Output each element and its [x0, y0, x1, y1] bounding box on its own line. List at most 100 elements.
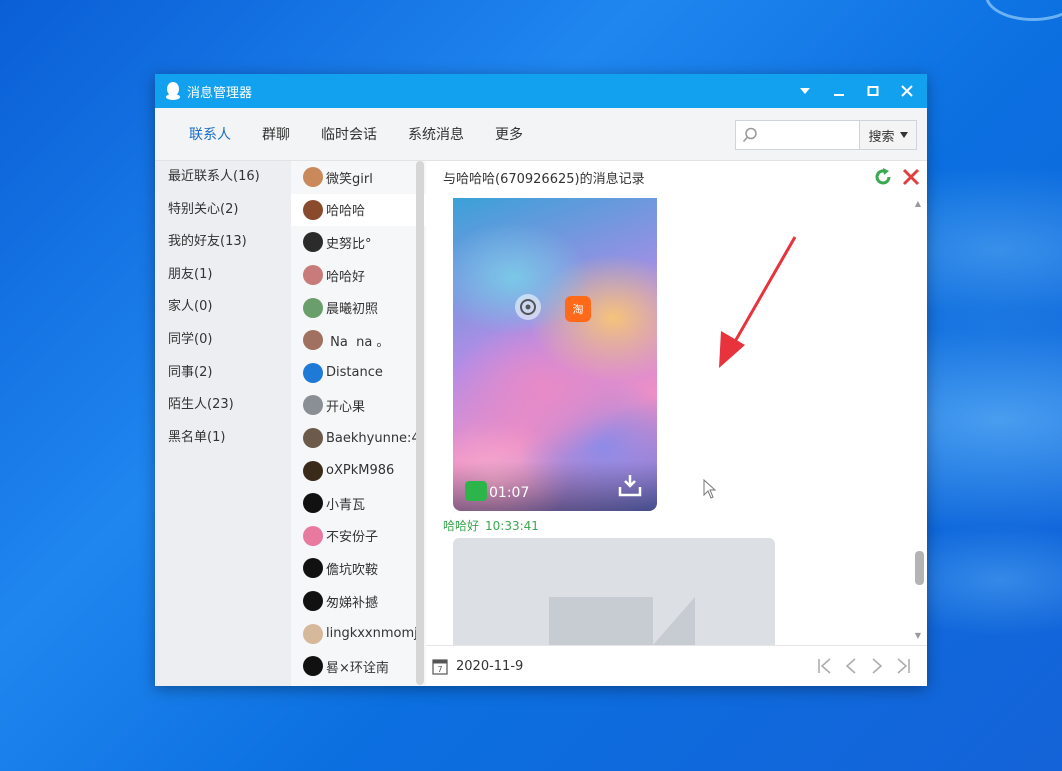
- scroll-down-arrow-icon[interactable]: ▼: [915, 631, 921, 640]
- next-page-icon[interactable]: [869, 656, 885, 676]
- contact-item[interactable]: 小青瓦: [291, 487, 426, 520]
- contact-item[interactable]: Baekhyunne:4: [291, 422, 426, 455]
- chat-footer: 7 2020-11-9: [426, 645, 927, 686]
- search-button-label: 搜索: [868, 129, 895, 145]
- delete-icon[interactable]: [901, 167, 921, 187]
- contact-item[interactable]: 儋坑吹鞍: [291, 552, 426, 585]
- calendar-icon[interactable]: 7: [432, 658, 448, 675]
- contact-item[interactable]: 晨曦初照: [291, 291, 426, 324]
- avatar: [303, 297, 323, 318]
- play-icon: [465, 481, 487, 501]
- desktop-decoration: [985, 0, 1062, 21]
- contact-name: 晷×环诠南: [326, 660, 389, 676]
- contact-name: 史努比°: [326, 236, 372, 252]
- triangle-down-icon: [800, 88, 810, 94]
- tab-more[interactable]: 更多: [495, 124, 523, 144]
- group-item[interactable]: 陌生人(23): [155, 389, 291, 422]
- qq-penguin-icon: [303, 558, 323, 579]
- title-bar: 消息管理器: [155, 74, 927, 108]
- contact-item[interactable]: 不安份子: [291, 520, 426, 553]
- avatar: [303, 362, 323, 383]
- tab-contacts[interactable]: 联系人: [189, 124, 231, 144]
- group-item[interactable]: 最近联系人(16): [155, 161, 291, 194]
- contact-item[interactable]: 微笑girl: [291, 161, 426, 194]
- group-item[interactable]: 家人(0): [155, 291, 291, 324]
- contact-item[interactable]: oXPkM986: [291, 454, 426, 487]
- last-page-icon[interactable]: [895, 656, 911, 676]
- download-icon[interactable]: [617, 473, 643, 497]
- sender-name: 哈哈好: [443, 519, 480, 533]
- chat-history-title: 与哈哈哈(670926625)的消息记录: [443, 171, 645, 187]
- contact-item[interactable]: 晷×环诠南: [291, 650, 426, 683]
- contact-name: 儋坑吹鞍: [326, 562, 379, 578]
- tab-group-chats[interactable]: 群聊: [262, 124, 290, 144]
- message-time: 10:33:41: [485, 519, 539, 533]
- tab-system-messages[interactable]: 系统消息: [408, 124, 464, 144]
- contact-name: Na na 。: [326, 334, 390, 350]
- maximize-icon: [867, 86, 879, 96]
- avatar: [303, 232, 323, 253]
- group-item[interactable]: 黑名单(1): [155, 422, 291, 455]
- taobao-app-icon: 淘: [565, 296, 591, 322]
- scroll-up-arrow-icon[interactable]: ▲: [915, 199, 921, 208]
- search-input[interactable]: [764, 121, 858, 149]
- message-manager-window: 消息管理器 联系人 群聊 临时会话 系统消息 更多 搜索 最近联系人(16) 特…: [155, 74, 927, 686]
- group-item[interactable]: 特别关心(2): [155, 194, 291, 227]
- contact-item[interactable]: lingkxxnmomj: [291, 617, 426, 650]
- search-icon: [736, 121, 764, 149]
- group-item[interactable]: 同学(0): [155, 324, 291, 357]
- avatar: [303, 265, 323, 286]
- mouse-cursor-icon: [703, 479, 717, 499]
- chat-history-pane: 与哈哈哈(670926625)的消息记录 淘 01:07 哈哈好 10:33:4…: [426, 161, 927, 686]
- avatar: [303, 199, 323, 220]
- qq-penguin-icon: [166, 82, 180, 100]
- qq-penguin-icon: [303, 656, 323, 677]
- avatar: [303, 623, 323, 644]
- contact-item[interactable]: 开心果: [291, 389, 426, 422]
- contact-name: 不安份子: [326, 530, 379, 546]
- refresh-icon[interactable]: [873, 167, 893, 187]
- contact-item[interactable]: 哈哈好: [291, 259, 426, 292]
- video-placeholder-icon: [549, 597, 653, 645]
- contact-item[interactable]: 史努比°: [291, 226, 426, 259]
- prev-page-icon[interactable]: [843, 656, 859, 676]
- avatar: [303, 525, 323, 546]
- close-icon: [901, 85, 913, 97]
- search-button[interactable]: 搜索: [859, 121, 916, 149]
- message-meta: 哈哈好 10:33:41: [443, 517, 545, 534]
- contact-name: oXPkM986: [326, 463, 395, 479]
- minimize-icon: [834, 94, 844, 96]
- group-item[interactable]: 我的好友(13): [155, 226, 291, 259]
- video-message[interactable]: 淘 01:07: [453, 198, 657, 511]
- video-duration: 01:07: [489, 485, 530, 501]
- triangle-down-icon: [899, 132, 908, 138]
- contact-name: lingkxxnmomj: [326, 626, 418, 642]
- contact-name: Baekhyunne:4: [326, 430, 420, 446]
- contact-name: 微笑girl: [326, 171, 373, 187]
- first-page-icon[interactable]: [817, 656, 833, 676]
- contact-name: 晨曦初照: [326, 302, 379, 318]
- contact-list: 微笑girl 哈哈哈 史努比° 哈哈好 晨曦初照 Na na 。 Distanc…: [291, 161, 426, 686]
- avatar: [303, 330, 323, 351]
- contact-name: 开心果: [326, 399, 366, 415]
- contact-name: 哈哈哈: [326, 204, 366, 220]
- svg-text:7: 7: [437, 665, 442, 674]
- contact-item[interactable]: 匆娣补撼: [291, 585, 426, 618]
- chat-scrollbar-thumb[interactable]: [915, 551, 924, 585]
- contact-item[interactable]: Distance: [291, 357, 426, 390]
- group-item[interactable]: 朋友(1): [155, 259, 291, 292]
- window-title: 消息管理器: [187, 85, 253, 101]
- group-item[interactable]: 同事(2): [155, 357, 291, 390]
- contact-list-scrollbar[interactable]: [416, 161, 424, 685]
- contact-item[interactable]: Na na 。: [291, 324, 426, 357]
- video-message-placeholder[interactable]: [453, 538, 775, 645]
- maximize-button[interactable]: [861, 79, 885, 103]
- close-button[interactable]: [895, 79, 919, 103]
- minimize-button[interactable]: [827, 79, 851, 103]
- qq-penguin-icon: [303, 493, 323, 514]
- contact-item-selected[interactable]: 哈哈哈: [291, 193, 426, 227]
- window-menu-button[interactable]: [793, 79, 817, 103]
- avatar: [303, 167, 323, 188]
- tab-temporary-sessions[interactable]: 临时会话: [321, 124, 377, 144]
- qq-penguin-icon: [303, 591, 323, 612]
